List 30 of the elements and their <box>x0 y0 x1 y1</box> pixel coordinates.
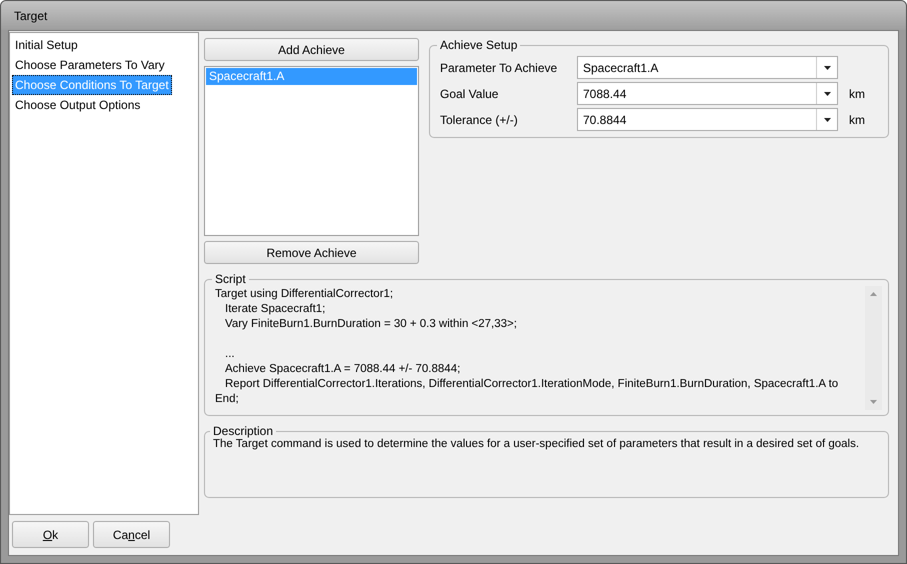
add-achieve-button[interactable]: Add Achieve <box>204 38 419 61</box>
combo-box[interactable]: 7088.44 <box>577 82 838 105</box>
step-item[interactable]: Initial Setup <box>12 35 81 55</box>
step-item[interactable]: Choose Parameters To Vary <box>12 55 168 75</box>
script-line: Iterate Spacecraft1; <box>224 302 326 317</box>
window-title: Target <box>14 8 48 22</box>
field-label: Parameter To Achieve <box>440 60 558 74</box>
remove-achieve-button[interactable]: Remove Achieve <box>204 241 419 264</box>
script-line: Achieve Spacecraft1.A = 7088.44 +/- 70.8844; <box>224 362 462 377</box>
dropdown-arrow-icon[interactable] <box>824 118 830 122</box>
script-line: ... <box>224 347 236 362</box>
dropdown-arrow-icon[interactable] <box>824 66 830 70</box>
script-line: End; <box>215 392 240 407</box>
description-text: The Target command is used to determine the values for a user-specified set of parameters that result in a desired set of goals. <box>213 438 860 450</box>
script-line: Target using DifferentialCorrector1; <box>215 287 394 302</box>
step-item[interactable]: Choose Output Options <box>12 95 144 115</box>
script-line: Vary FiniteBurn1.BurnDuration = 30 + 0.3 within <27,33>; <box>224 317 518 332</box>
script-line: Report DifferentialCorrector1.Iterations, DifferentialCorrector1.IterationMode, FiniteBurn1.BurnDuration, Spacecraft1.A to <box>224 377 840 392</box>
dialog-button[interactable]: Cancel <box>93 521 170 548</box>
unit-label: km <box>848 86 866 100</box>
field-label: Goal Value <box>440 86 500 100</box>
unit-label: km <box>848 112 866 126</box>
dialog-button[interactable]: Ok <box>12 521 89 548</box>
dropdown-arrow-icon[interactable] <box>824 92 830 96</box>
group-title: Script <box>214 272 247 286</box>
combo-box[interactable]: Spacecraft1.A <box>577 56 838 79</box>
group-title: Achieve Setup <box>439 38 518 52</box>
field-label: Tolerance (+/-) <box>440 112 519 126</box>
group-title: Description <box>212 424 274 438</box>
combo-box[interactable]: 70.8844 <box>577 108 838 131</box>
